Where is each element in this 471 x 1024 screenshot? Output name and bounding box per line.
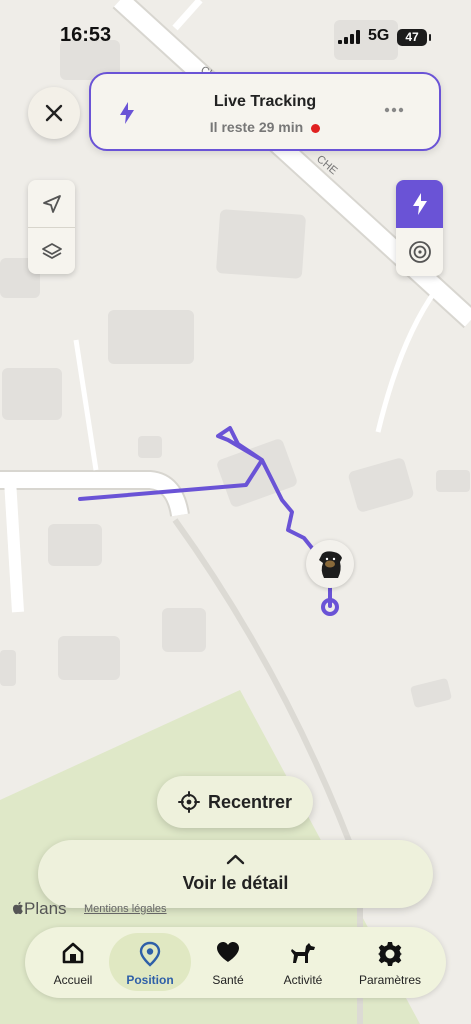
tab-accueil[interactable]: Accueil: [31, 927, 115, 998]
heart-icon: [217, 942, 239, 962]
chevron-up-icon: [226, 854, 245, 865]
tab-sante[interactable]: Santé: [193, 927, 263, 998]
live-tracking-toggle[interactable]: [396, 180, 443, 228]
status-bar: 16:53 5G 47: [0, 0, 471, 70]
tab-label: Position: [126, 973, 174, 987]
dog-icon: [291, 943, 315, 963]
tracking-remaining: Il reste 29 min: [91, 119, 439, 135]
dog-avatar-icon: [319, 551, 342, 578]
legal-notices-link[interactable]: Mentions légales: [84, 903, 167, 915]
apple-logo-icon: [12, 901, 23, 915]
close-icon: [45, 104, 63, 122]
tab-label: Paramètres: [358, 973, 422, 987]
live-tracking-card[interactable]: Live Tracking Il reste 29 min: [89, 72, 441, 151]
close-button[interactable]: [28, 87, 80, 139]
map-tools-left: [28, 180, 75, 274]
bolt-icon: [412, 193, 427, 215]
map-tools-right: [396, 180, 443, 276]
recenter-button[interactable]: Recentrer: [157, 776, 313, 828]
my-location-button[interactable]: [28, 180, 75, 227]
tab-label: Activité: [283, 973, 323, 987]
network-type: 5G: [368, 27, 390, 44]
tab-label: Accueil: [53, 973, 93, 987]
crosshair-icon: [177, 791, 200, 813]
map-layers-button[interactable]: [28, 227, 75, 274]
signal-icon: [338, 30, 360, 44]
tab-bar: Accueil Position Santé Activité Paramètr…: [25, 927, 446, 998]
status-time: 16:53: [60, 24, 112, 46]
battery-icon: 47: [397, 29, 431, 46]
target-icon: [408, 241, 431, 263]
plans-label: Plans: [24, 899, 67, 918]
navigation-arrow-icon: [42, 194, 61, 213]
tab-position[interactable]: Position: [107, 927, 193, 998]
tab-activite[interactable]: Activité: [265, 927, 341, 998]
recenter-label: Recentrer: [207, 791, 293, 812]
details-label: Voir le détail: [182, 873, 289, 893]
recording-dot-icon: [311, 123, 321, 133]
tab-parametres[interactable]: Paramètres: [349, 927, 431, 998]
location-pin-icon: [139, 941, 161, 967]
tracking-remaining-text: Il reste 29 min: [209, 119, 304, 135]
tab-label: Santé: [212, 973, 244, 987]
dog-position-marker[interactable]: [306, 540, 354, 588]
zone-button[interactable]: [396, 228, 443, 276]
details-button[interactable]: Voir le détail: [38, 840, 433, 908]
maps-attribution: Plans: [12, 899, 67, 919]
gear-icon: [378, 942, 402, 966]
home-icon: [62, 942, 84, 964]
more-options-icon[interactable]: [383, 100, 405, 120]
layers-icon: [41, 242, 62, 259]
